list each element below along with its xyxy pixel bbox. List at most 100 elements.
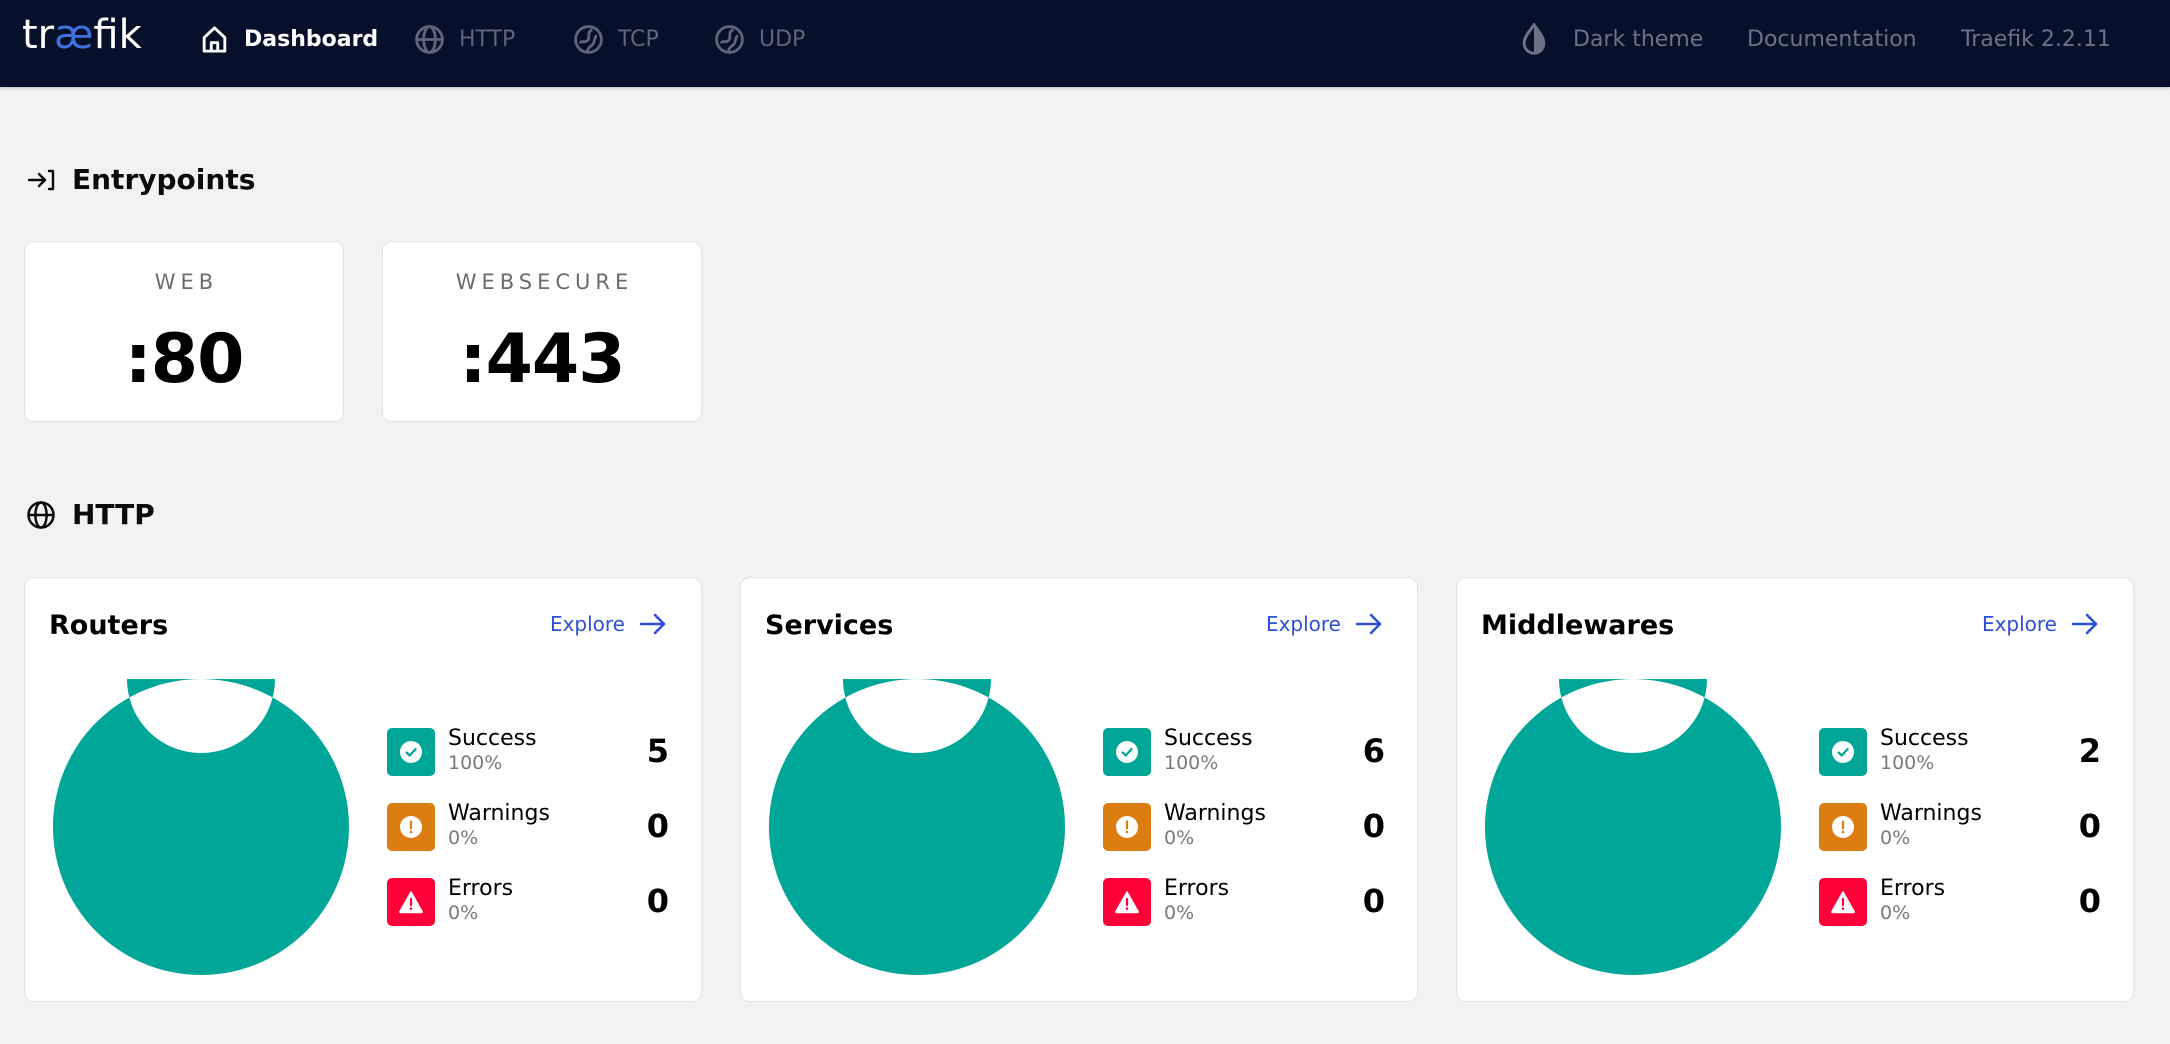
nav-tcp[interactable]: TCP [573,0,659,78]
legend-percent: 0% [1164,827,1195,849]
entrypoint-card-web: WEB :80 [24,241,344,422]
dark-theme-toggle[interactable]: Dark theme [1519,0,1703,78]
nav-udp[interactable]: UDP [714,0,805,78]
check-circle-icon [400,741,422,763]
drop-icon [1522,23,1546,55]
warning-triangle-icon [399,891,423,914]
nav-dashboard[interactable]: Dashboard [199,0,378,78]
nav-http[interactable]: HTTP [414,0,515,78]
legend-label: Warnings [1880,801,1982,826]
tcp-icon [574,24,603,54]
entrypoint-port: :443 [459,320,625,399]
logo-text-start: tr [22,12,55,58]
warning-triangle-icon [1115,891,1139,914]
legend-warnings: Warnings 0% 0 [387,801,669,851]
legend-errors: Errors 0% 0 [1819,876,2101,926]
legend-count: 6 [1362,732,1385,770]
legend-percent: 100% [1880,752,1935,774]
legend-percent: 0% [1164,902,1195,924]
legend-percent: 0% [448,827,479,849]
udp-icon [715,24,744,54]
version-label: Traefik 2.2.11 [1961,0,2111,78]
stat-card-middlewares: Middlewares Explore Success 100% 2 Warni… [1456,577,2134,1002]
version-text: Traefik 2.2.11 [1961,26,2111,52]
documentation-label: Documentation [1747,26,1917,52]
globe-icon [415,24,444,54]
status-donut-chart [1485,679,1781,975]
exclamation-circle-icon [1116,816,1138,838]
stat-card-services: Services Explore Success 100% 6 Warnings… [740,577,1418,1002]
success-badge [387,728,435,776]
entrypoint-name: WEBSECURE [455,270,634,294]
check-circle-icon [1832,741,1854,763]
explore-link[interactable]: Explore [1982,612,2099,636]
top-nav-bar: træfik Dashboard HTTP TCP UDP Dark theme… [0,0,2170,87]
error-badge [1819,878,1867,926]
legend-errors: Errors 0% 0 [387,876,669,926]
stat-card-routers: Routers Explore Success 100% 5 Warnings … [24,577,702,1002]
legend-label: Warnings [448,801,550,826]
nav-http-label: HTTP [459,26,516,52]
warning-badge [387,803,435,851]
traefik-logo[interactable]: træfik [22,12,142,58]
arrow-right-icon [2071,613,2098,635]
legend-warnings: Warnings 0% 0 [1819,801,2101,851]
legend-success: Success 100% 6 [1103,726,1385,776]
status-donut-chart [769,679,1065,975]
warning-badge [1819,803,1867,851]
legend-count: 0 [2078,882,2101,920]
documentation-link[interactable]: Documentation [1747,0,1917,78]
legend-count: 0 [1362,882,1385,920]
http-heading: HTTP [26,498,155,531]
legend-percent: 100% [448,752,503,774]
exclamation-circle-icon [1832,816,1854,838]
card-title: Routers [49,610,169,641]
warning-badge [1103,803,1151,851]
legend-count: 0 [646,807,669,845]
success-badge [1819,728,1867,776]
legend-percent: 100% [1164,752,1219,774]
logo-text-ae: æ [54,12,94,58]
legend-errors: Errors 0% 0 [1103,876,1385,926]
legend-count: 2 [2078,732,2101,770]
legend-percent: 0% [448,902,479,924]
legend-percent: 0% [1880,827,1911,849]
globe-icon [27,500,55,529]
card-title: Middlewares [1481,610,1675,641]
legend-warnings: Warnings 0% 0 [1103,801,1385,851]
legend-label: Errors [448,876,514,901]
entrypoint-name: WEB [154,270,219,294]
success-badge [1103,728,1151,776]
nav-udp-label: UDP [759,26,806,52]
exclamation-circle-icon [400,816,422,838]
legend-success: Success 100% 2 [1819,726,2101,776]
entrypoint-port: :80 [124,320,245,399]
explore-label: Explore [549,612,625,636]
arrow-right-icon [1355,613,1382,635]
legend-label: Errors [1880,876,1946,901]
legend-count: 0 [2078,807,2101,845]
status-donut-chart [53,679,349,975]
explore-link[interactable]: Explore [1266,612,1383,636]
error-badge [1103,878,1151,926]
legend-percent: 0% [1880,902,1911,924]
legend-label: Errors [1164,876,1230,901]
explore-label: Explore [1265,612,1341,636]
card-title: Services [765,610,894,641]
legend-count: 0 [646,882,669,920]
logo-text-end: fik [93,12,142,58]
legend-count: 5 [646,732,669,770]
explore-label: Explore [1981,612,2057,636]
explore-link[interactable]: Explore [550,612,667,636]
dark-theme-label: Dark theme [1573,26,1704,52]
legend-success: Success 100% 5 [387,726,669,776]
warning-triangle-icon [1831,891,1855,914]
http-title: HTTP [72,498,155,531]
nav-tcp-label: TCP [618,26,659,52]
entrypoints-heading: Entrypoints [26,163,255,196]
legend-label: Warnings [1164,801,1266,826]
legend-label: Success [1164,726,1253,751]
nav-dashboard-label: Dashboard [244,26,379,52]
legend-count: 0 [1362,807,1385,845]
legend-label: Success [1880,726,1969,751]
